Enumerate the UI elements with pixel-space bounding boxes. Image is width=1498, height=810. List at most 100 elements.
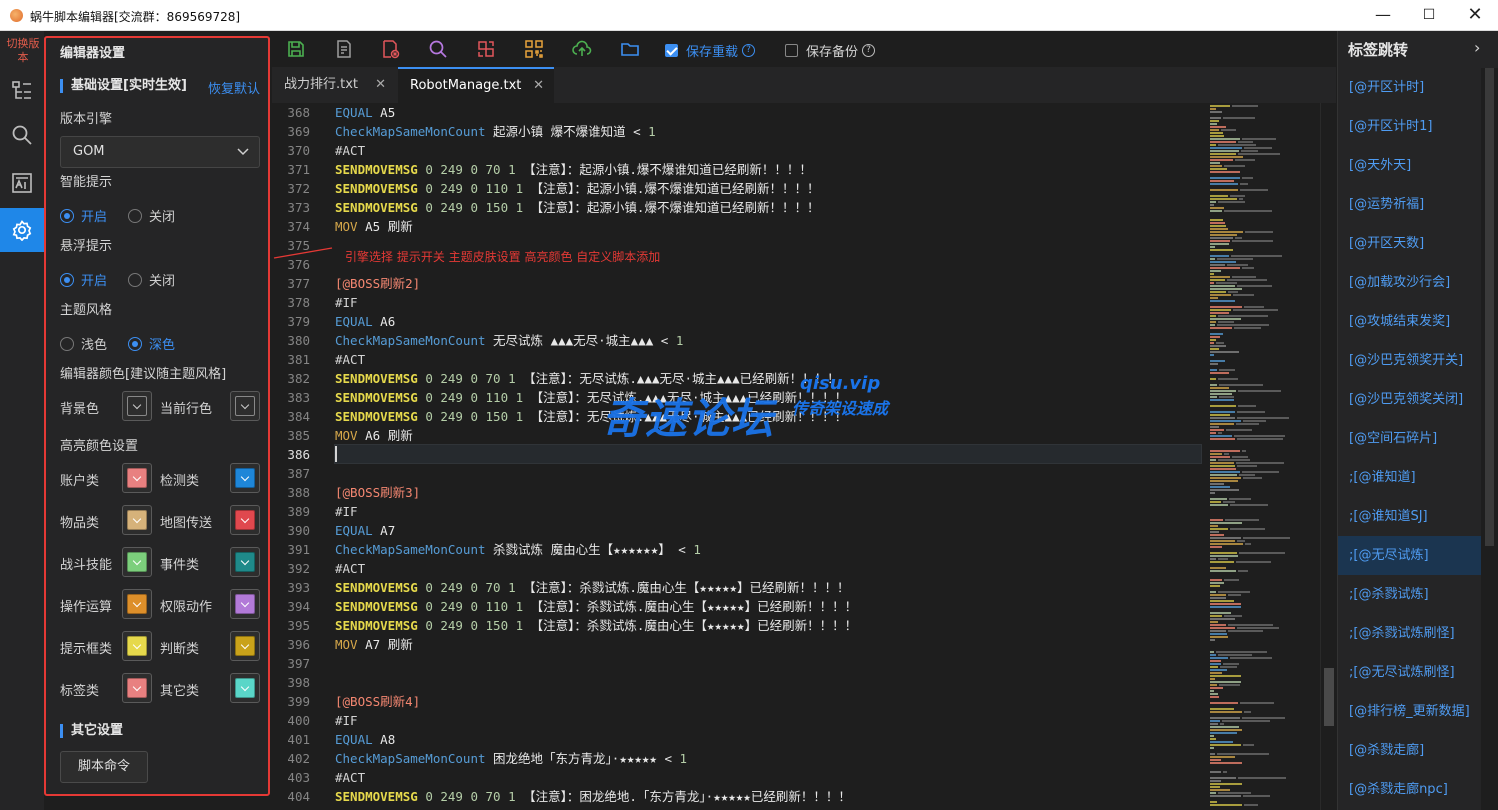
font-settings-icon[interactable]: [0, 161, 44, 205]
theme-dark-radio[interactable]: 深色: [128, 334, 175, 353]
radio-dot: [60, 272, 74, 287]
close-window-button[interactable]: ✕: [1452, 0, 1498, 31]
search-icon[interactable]: [0, 113, 44, 157]
label-jump-panel: 标签跳转 › [@开区计时] [@开区计时1] [@天外天] [@运势祈福] [@开区天…: [1337, 31, 1498, 810]
highlight-color-swatch[interactable]: [230, 505, 260, 535]
script-command-button[interactable]: 脚本命令: [60, 751, 148, 783]
label-list-item[interactable]: ;[@谁知道]: [1338, 458, 1481, 497]
label-list-item[interactable]: [@开区计时]: [1338, 68, 1481, 107]
code-token: #ACT: [335, 561, 366, 576]
code-editor[interactable]: 368 EQUAL A5 369 CheckMapSameMonCount 起源小镇 …: [272, 103, 1336, 810]
line-number: 382: [287, 371, 310, 386]
label-list-item[interactable]: [@运势祈福]: [1338, 185, 1481, 224]
hover-hint-on-radio[interactable]: 开启: [60, 270, 107, 289]
code-token: A5: [357, 219, 388, 234]
line-number: 378: [287, 295, 310, 310]
highlight-color-swatch[interactable]: [122, 463, 152, 493]
label-list-item[interactable]: [@加载攻沙行会]: [1338, 263, 1481, 302]
scrollbar-thumb[interactable]: [1324, 668, 1334, 726]
highlight-color-swatch[interactable]: [230, 589, 260, 619]
save-icon[interactable]: [286, 39, 306, 59]
qrcode-icon[interactable]: [524, 39, 544, 59]
minimize-button[interactable]: —: [1360, 0, 1406, 31]
save-backup-checkbox[interactable]: 保存备份 ?: [785, 41, 876, 60]
upload-cloud-icon[interactable]: [572, 39, 592, 59]
code-token: A7: [357, 637, 388, 652]
current-line-color-swatch[interactable]: [230, 391, 260, 421]
highlight-color-swatch[interactable]: [122, 673, 152, 703]
smart-hint-on-radio[interactable]: 开启: [60, 206, 107, 225]
code-token: 起源小镇 爆不爆谁知道 <: [485, 124, 649, 139]
replace-icon[interactable]: [476, 39, 496, 59]
watermark-subtitle: 传奇架设速成: [792, 399, 889, 418]
theme-light-radio[interactable]: 浅色: [60, 334, 107, 353]
chevron-right-icon[interactable]: ›: [1474, 38, 1480, 57]
label-list-item[interactable]: ;[@无尽试炼]: [1338, 536, 1481, 575]
line-code: EQUAL A8: [335, 730, 395, 749]
delete-file-icon[interactable]: [380, 39, 400, 59]
line-number: 371: [287, 162, 310, 177]
editor-scrollbar[interactable]: [1320, 103, 1336, 810]
tab-power-ranking[interactable]: 战力排行.txt ✕: [272, 67, 396, 103]
line-number: 391: [287, 542, 310, 557]
label-list-item[interactable]: [@沙巴克领奖开关]: [1338, 341, 1481, 380]
tab-robot-manage[interactable]: RobotManage.txt ✕: [398, 67, 554, 103]
find-icon[interactable]: [428, 39, 448, 59]
open-folder-icon[interactable]: [620, 39, 640, 59]
code-token: SENDMOVEMSG: [335, 580, 418, 595]
code-token: MOV: [335, 219, 358, 234]
code-token: SENDMOVEMSG: [335, 371, 418, 386]
settings-gear-icon[interactable]: [0, 208, 44, 252]
outline-tree-icon[interactable]: [0, 69, 44, 113]
close-tab-icon[interactable]: ✕: [533, 69, 544, 103]
label-list-item[interactable]: [@排行榜_更新数据]: [1338, 692, 1481, 731]
switch-version-button[interactable]: 切换版本: [6, 37, 40, 65]
highlight-color-swatch[interactable]: [122, 505, 152, 535]
line-code: SENDMOVEMSG 0 249 0 70 1 【注意】：起源小镇.爆不爆谁知…: [335, 160, 812, 179]
label-list-item[interactable]: [@开区计时1]: [1338, 107, 1481, 146]
scrollbar-thumb[interactable]: [1485, 68, 1494, 546]
label-list-item[interactable]: [@开区天数]: [1338, 224, 1481, 263]
code-token: 刷新: [387, 637, 413, 652]
highlight-color-swatch[interactable]: [230, 463, 260, 493]
label-list-item[interactable]: ;[@杀戮试炼]: [1338, 575, 1481, 614]
bg-color-swatch[interactable]: [122, 391, 152, 421]
smart-hint-off-radio[interactable]: 关闭: [128, 206, 175, 225]
restore-default-link[interactable]: 恢复默认: [208, 78, 260, 97]
close-tab-icon[interactable]: ✕: [375, 67, 386, 103]
highlight-color-swatch[interactable]: [230, 547, 260, 577]
label-list-item[interactable]: [@攻城结束发奖]: [1338, 302, 1481, 341]
minimap[interactable]: [1208, 103, 1320, 810]
radio-dot: [60, 336, 74, 351]
code-token: 【注意】：起源小镇.爆不爆谁知道已经刷新！！！！: [523, 181, 820, 196]
label-list-scrollbar[interactable]: [1481, 68, 1498, 810]
label-list-item[interactable]: [@杀戮走廊]: [1338, 731, 1481, 770]
label-list-item[interactable]: [@沙巴克领奖关闭]: [1338, 380, 1481, 419]
code-token: #IF: [335, 504, 358, 519]
help-icon[interactable]: ?: [862, 44, 876, 57]
line-number: 401: [287, 732, 310, 747]
line-number: 393: [287, 580, 310, 595]
maximize-button[interactable]: ☐: [1406, 0, 1452, 31]
line-code: #ACT: [335, 768, 365, 787]
highlight-color-swatch[interactable]: [122, 547, 152, 577]
help-icon[interactable]: ?: [742, 44, 756, 57]
code-token: SENDMOVEMSG: [335, 599, 418, 614]
edit-file-icon[interactable]: [334, 39, 354, 59]
hover-hint-off-radio[interactable]: 关闭: [128, 270, 175, 289]
code-token: CheckMapSameMonCount: [335, 124, 486, 139]
label-list-item[interactable]: ;[@谁知道SJ]: [1338, 497, 1481, 536]
highlight-color-swatch[interactable]: [230, 631, 260, 661]
highlight-color-swatch[interactable]: [122, 589, 152, 619]
save-reload-checkbox[interactable]: 保存重载 ?: [665, 41, 756, 60]
toolbar: 保存重载 ? 保存备份 ?: [272, 31, 1336, 67]
highlight-color-swatch[interactable]: [122, 631, 152, 661]
line-number: 396: [287, 637, 310, 652]
label-list-item[interactable]: ;[@杀戮试炼刷怪]: [1338, 614, 1481, 653]
engine-select[interactable]: GOM: [60, 136, 260, 168]
highlight-color-swatch[interactable]: [230, 673, 260, 703]
label-list-item[interactable]: [@杀戮走廊npc]: [1338, 770, 1481, 809]
label-list-item[interactable]: ;[@无尽试炼刷怪]: [1338, 653, 1481, 692]
label-list-item[interactable]: [@天外天]: [1338, 146, 1481, 185]
label-list-item[interactable]: [@空间石碎片]: [1338, 419, 1481, 458]
